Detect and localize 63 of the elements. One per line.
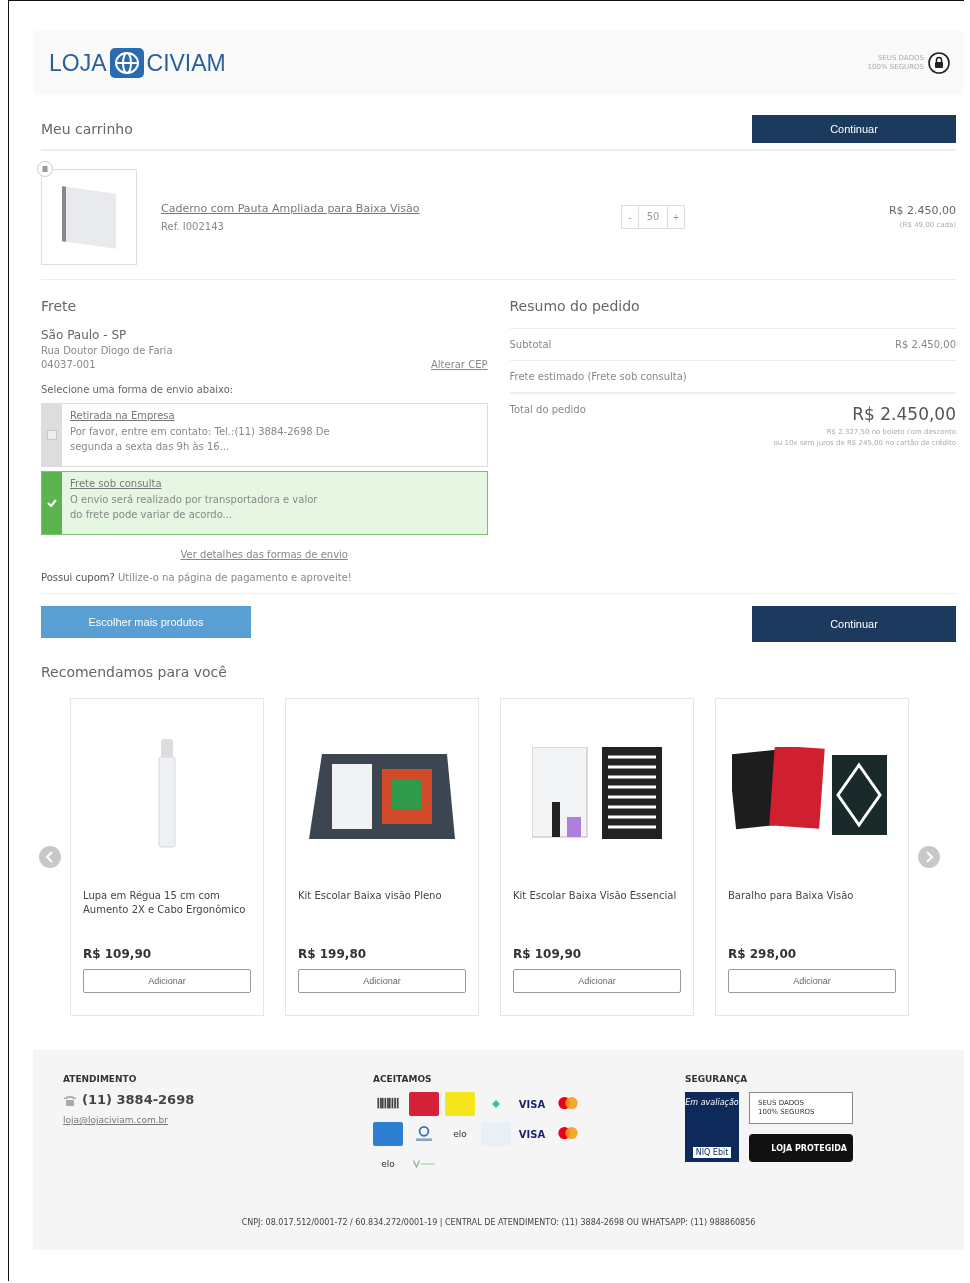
payment-logo: elo	[452, 1128, 468, 1141]
city-text: São Paulo - SP	[41, 328, 128, 342]
item-total: R$ 2.450,00	[888, 203, 956, 217]
change-cep-link[interactable]: Alterar CEP	[430, 359, 488, 370]
product-price: R$ 298,00	[728, 947, 798, 961]
option-description: O envio será realizado por transportadora e valor do frete pode variar de acordo...	[70, 493, 319, 522]
shipping-prompt: Selecione uma forma de envio abaixo:	[41, 384, 235, 395]
payment-logo: elo	[380, 1158, 396, 1171]
option-checkbox[interactable]	[42, 404, 62, 466]
option-checkbox[interactable]	[42, 472, 62, 534]
shipping-details-link[interactable]: Ver detalhes das formas de envio	[180, 549, 348, 560]
subtotal-value: R$ 2.450,00	[894, 339, 956, 350]
empty-checkbox-icon	[47, 430, 57, 440]
product-name[interactable]: Kit Escolar Baixa visão Pleno	[298, 889, 466, 947]
cep-text: 04037-001	[41, 359, 97, 370]
footer-heading: ACEITAMOS	[373, 1074, 433, 1084]
diamond-logo-icon	[492, 1100, 500, 1108]
payment-logo: VISA	[517, 1097, 547, 1112]
shipping-label: Frete estimado (Frete sob consulta)	[509, 371, 687, 382]
product-name[interactable]: Baralho para Baixa Visão	[728, 889, 896, 947]
protected-store-seal[interactable]: LOJA PROTEGIDA	[749, 1134, 853, 1162]
continue-button[interactable]: Continuar	[752, 115, 956, 143]
add-button[interactable]: Adicionar	[513, 969, 681, 993]
section-title: Resumo do pedido	[509, 298, 641, 314]
logo-text: CIVIAM	[146, 49, 226, 77]
trash-icon[interactable]	[37, 161, 53, 177]
ebit-seal[interactable]: Em avaliação NIQ Ebit	[685, 1092, 739, 1162]
total-label: Total do pedido	[509, 404, 586, 417]
legal-text: CNPJ: 08.017.512/0001-72 / 60.834.272/0001-19 | CENTRAL DE ATENDIMENTO: (11) 3884-2698 OU WHATSAPP: (11) 988860856	[240, 1218, 757, 1227]
add-button[interactable]: Adicionar	[298, 969, 466, 993]
phone-number: (11) 3884-2698	[82, 1092, 195, 1107]
section-title: Recomendamos para você	[41, 664, 228, 680]
subtotal-label: Subtotal	[509, 339, 552, 350]
product-price: R$ 199,80	[298, 947, 368, 961]
total-value: R$ 2.450,00	[852, 404, 956, 424]
payment-logo-icon	[413, 1160, 435, 1168]
shipping-option[interactable]: Frete sob consulta O envio será realizado por transportadora e valor do frete pode variar de acordo...	[41, 471, 488, 535]
payment-logo: VISA	[517, 1127, 547, 1142]
product-reference: Ref. I002143	[161, 221, 225, 232]
phone-icon	[63, 1093, 77, 1106]
product-name[interactable]: Kit Escolar Baixa Visão Essencial	[513, 889, 681, 947]
section-title: Meu carrinho	[41, 121, 133, 137]
option-name[interactable]: Retirada na Empresa	[70, 410, 330, 421]
product-name[interactable]: Lupa em Régua 15 cm com Aumento 2X e Cabo Ergonômico	[83, 889, 251, 947]
add-button[interactable]: Adicionar	[83, 969, 251, 993]
globe-logo-icon	[109, 48, 144, 78]
footer-heading: ATENDIMENTO	[63, 1074, 138, 1084]
check-icon	[47, 499, 57, 507]
product-price: R$ 109,90	[83, 947, 153, 961]
footer-heading: SEGURANÇA	[685, 1074, 749, 1084]
continue-button[interactable]: Continuar	[752, 606, 956, 642]
logo-text: LOJA	[49, 49, 107, 77]
street-text: Rua Doutor Diogo de Faria	[41, 345, 173, 356]
coupon-text: Possui cupom? Utilize-o na página de pagamento e aproveite!	[41, 572, 353, 585]
option-name[interactable]: Frete sob consulta	[70, 478, 330, 489]
product-link[interactable]: Caderno com Pauta Ampliada para Baixa Visão	[161, 202, 601, 215]
shipping-option[interactable]: Retirada na Empresa Por favor, entre em contato: Tel.:(11) 3884-2698 De segunda a sexta das 9h às 16...	[41, 403, 488, 467]
section-title: Frete	[41, 298, 78, 314]
product-price: R$ 109,90	[513, 947, 583, 961]
option-description: Por favor, entre em contato: Tel.:(11) 3884-2698 De segunda a sexta das 9h às 16...	[70, 425, 330, 454]
email-link[interactable]: loja@lojaciviam.com.br	[63, 1115, 373, 1125]
lock-icon	[928, 52, 950, 74]
add-button[interactable]: Adicionar	[728, 969, 896, 993]
